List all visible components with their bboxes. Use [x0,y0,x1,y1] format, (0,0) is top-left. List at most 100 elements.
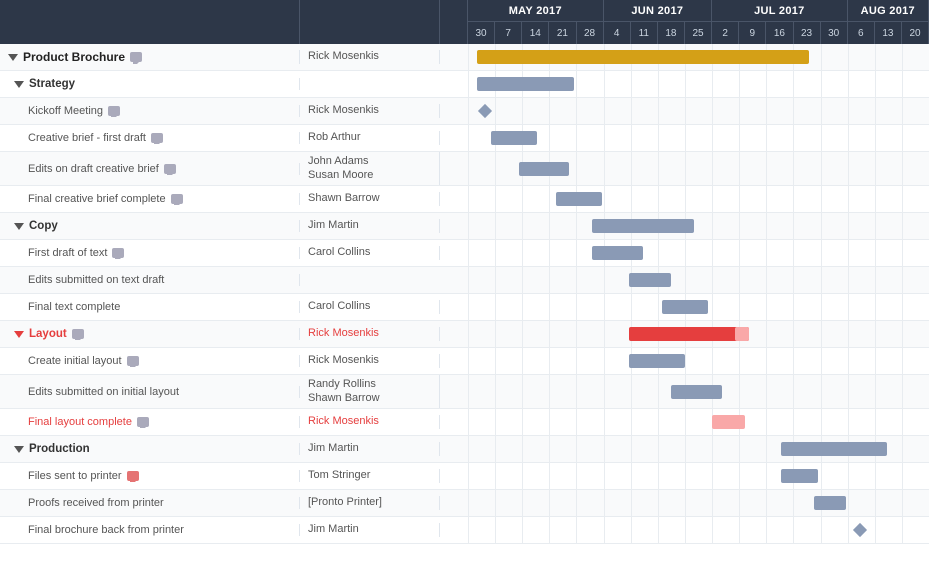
responsible-name: John Adams [308,155,431,168]
task-label: Edits on draft creative brief [28,163,159,175]
gantt-bar[interactable] [781,469,818,483]
task-cell: Edits submitted on text draft [0,274,300,286]
task-label: Final text complete [28,301,120,313]
gantt-bar[interactable] [662,300,708,314]
task-cell: Final creative brief complete [0,193,300,205]
table-row: First draft of text Carol Collins [0,240,929,267]
table-row: Final creative brief complete Shawn Barro… [0,186,929,213]
chart-cell [468,294,929,320]
chart-cell [468,98,929,124]
chat-icon[interactable] [171,194,183,204]
day-cell: 28 [577,22,604,44]
task-cell: Copy [0,220,300,232]
chart-cell [468,44,929,70]
table-row: Product BrochureRick Mosenkis [0,44,929,71]
chat-icon[interactable] [130,52,142,62]
chart-cell [468,436,929,462]
chat-icon[interactable] [72,329,84,339]
month-cell: AUG 2017 [848,0,929,21]
day-cell: 20 [902,22,929,44]
task-label: Final creative brief complete [28,193,166,205]
day-cell: 25 [685,22,712,44]
gantt-bar[interactable] [491,131,537,145]
table-row: Final layout completeRick Mosenkis [0,409,929,436]
responsible-cell: Jim Martin [300,442,440,455]
task-cell: Create initial layout [0,355,300,367]
responsible-cell: Randy RollinsShawn Barrow [300,375,440,408]
gantt-bar[interactable] [629,327,749,341]
triangle-down-red-icon[interactable] [14,331,24,338]
chat-icon[interactable] [108,106,120,116]
task-cell: Final brochure back from printer [0,524,300,536]
gantt-bar[interactable] [592,219,693,233]
task-cell: Product Brochure [0,50,300,64]
chart-cell [468,213,929,239]
day-cell: 9 [739,22,766,44]
task-cell: Final text complete [0,301,300,313]
gantt-bar[interactable] [781,442,887,456]
day-cell: 4 [604,22,631,44]
gantt-bar[interactable] [477,50,809,64]
table-row: Creative brief - first draftRob Arthur [0,125,929,152]
day-cell: 14 [522,22,549,44]
chat-icon[interactable] [164,164,176,174]
responsible-cell: Carol Collins [300,246,440,259]
gantt-header: MAY 2017JUN 2017JUL 2017AUG 2017 3071421… [0,0,929,44]
chart-cell [468,186,929,212]
task-cell: Layout [0,328,300,340]
responsible-name: Randy Rollins [308,378,431,391]
chart-cell [468,267,929,293]
responsible-cell: Carol Collins [300,300,440,313]
responsible-cell: Shawn Barrow [300,192,440,205]
task-label: Create initial layout [28,355,122,367]
chart-cell [468,517,929,543]
table-row: Kickoff MeetingRick Mosenkis [0,98,929,125]
header-responsible-col [300,0,440,44]
days-row: 30714212841118252916233061320 [468,22,929,44]
task-cell: Edits on draft creative brief [0,163,300,175]
chat-icon[interactable] [127,471,139,481]
gantt-bar[interactable] [556,192,602,206]
triangle-down-icon[interactable] [14,223,24,230]
chat-icon[interactable] [127,356,139,366]
responsible-cell: Rob Arthur [300,131,440,144]
gantt-milestone [853,523,867,537]
gantt-bar[interactable] [814,496,846,510]
table-row: Files sent to printerTom Stringer [0,463,929,490]
task-label: Final brochure back from printer [28,524,184,536]
task-label: First draft of text [28,247,107,259]
gantt-bar[interactable] [477,77,574,91]
gantt-bar[interactable] [712,415,744,429]
day-cell: 18 [658,22,685,44]
responsible-cell: [Pronto Printer] [300,496,440,509]
chat-icon[interactable] [137,417,149,427]
nav-left-button[interactable] [440,0,468,44]
gantt-bar[interactable] [592,246,643,260]
chart-cell [468,348,929,374]
table-row: LayoutRick Mosenkis [0,321,929,348]
task-label: Edits submitted on text draft [28,274,164,286]
day-cell: 7 [495,22,522,44]
chat-icon[interactable] [112,248,124,258]
triangle-down-icon[interactable] [14,446,24,453]
table-row: Create initial layout Rick Mosenkis [0,348,929,375]
task-label: Edits submitted on initial layout [28,386,179,398]
chart-cell [468,490,929,516]
responsible-cell: John AdamsSusan Moore [300,152,440,185]
chat-icon[interactable] [151,133,163,143]
gantt-bar[interactable] [629,273,670,287]
gantt-bar[interactable] [629,354,684,368]
gantt-bar[interactable] [519,162,570,176]
month-cell: MAY 2017 [468,0,604,21]
month-cell: JUL 2017 [712,0,848,21]
responsible-cell: Rick Mosenkis [300,415,440,428]
responsible-cell: Rick Mosenkis [300,354,440,367]
triangle-down-icon[interactable] [14,81,24,88]
responsible-name: Susan Moore [308,169,431,182]
task-cell: Creative brief - first draft [0,132,300,144]
gantt-bar[interactable] [671,385,722,399]
responsible-cell: Tom Stringer [300,469,440,482]
day-cell: 13 [875,22,902,44]
responsible-cell: Jim Martin [300,219,440,232]
triangle-down-icon[interactable] [8,54,18,61]
